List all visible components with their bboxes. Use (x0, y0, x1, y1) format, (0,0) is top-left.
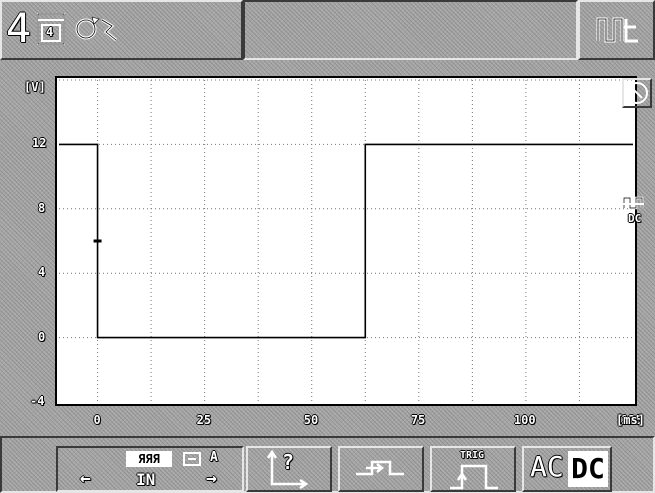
input-prev-arrow[interactable]: ← (80, 468, 91, 489)
trigger-slope-button[interactable] (338, 446, 424, 492)
waveform-mode-icon[interactable] (596, 13, 640, 45)
y-tick-label: -4 (30, 394, 45, 408)
coupling-dc-label[interactable]: DC (568, 451, 608, 487)
y-tick-label: 8 (38, 200, 46, 215)
rotating-signal-icon[interactable] (74, 13, 100, 45)
x-axis-unit: [ms] (616, 413, 645, 427)
input-waveform-indicator: ЯЯЯ (126, 451, 172, 467)
trigger-slope-icon (356, 460, 404, 476)
header-center-panel (243, 0, 578, 60)
channel-number: 4 (6, 6, 32, 52)
input-next-arrow[interactable]: → (206, 468, 217, 489)
oscilloscope-screen: 4 4 [V] 12 8 4 0 -4 0 25 50 75 100 125 [… (0, 0, 655, 493)
y-tick-label: 4 (38, 265, 46, 280)
input-probe-icon (182, 451, 206, 471)
x-tick-label: 100 (513, 413, 536, 427)
trigger-button[interactable]: TRIG (430, 446, 516, 492)
x-tick-label: 75 (410, 413, 426, 427)
help-question-mark: ? (282, 450, 295, 474)
waveform-plot[interactable] (55, 76, 637, 406)
magnifier-icon (626, 82, 648, 104)
input-channel-label: A (210, 450, 218, 465)
coupling-ac-label[interactable]: AC (530, 450, 564, 483)
plot-background (55, 76, 637, 406)
x-tick-label: 25 (196, 413, 212, 427)
zoom-button[interactable] (622, 78, 652, 108)
waveform-coupling-icon[interactable] (98, 12, 122, 46)
coupling-indicator: DC (620, 194, 654, 234)
y-tick-label: 0 (38, 329, 46, 344)
coupling-indicator-label: DC (628, 212, 642, 225)
y-tick-label: 12 (32, 136, 47, 151)
x-tick-label: 50 (303, 413, 319, 427)
input-label: IN (136, 470, 156, 489)
trigger-edge-icon (450, 464, 498, 490)
input-selector[interactable]: ЯЯЯ A ← IN → (56, 446, 244, 492)
memory-page-icon[interactable]: 4 (36, 12, 66, 46)
coupling-indicator-icon (622, 196, 644, 210)
y-axis-unit: [V] (24, 80, 46, 94)
help-button[interactable]: ? (246, 446, 332, 492)
coupling-toggle-button[interactable]: AC DC (522, 446, 612, 492)
memory-page-digit: 4 (46, 25, 54, 39)
x-tick-label: 0 (93, 413, 101, 427)
